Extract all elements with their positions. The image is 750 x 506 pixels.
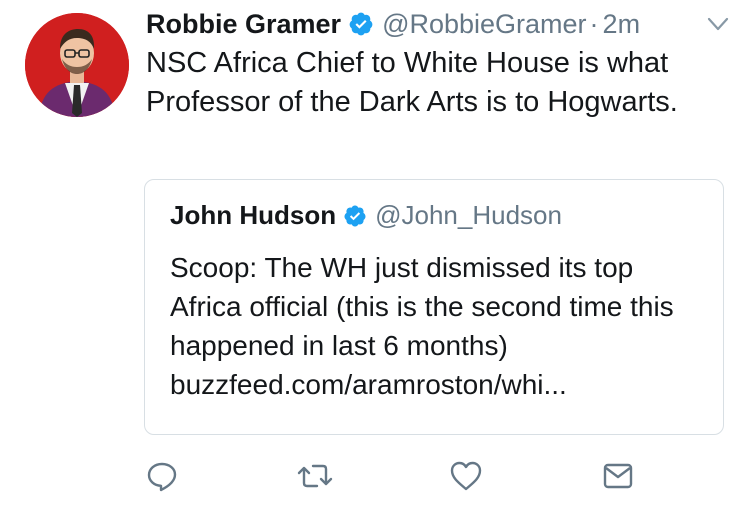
retweet-button[interactable] [295,458,335,498]
chevron-down-icon[interactable] [706,14,730,34]
envelope-icon [601,461,635,496]
reply-button[interactable] [142,458,182,498]
avatar[interactable] [25,13,129,117]
separator-dot: · [589,8,599,39]
like-button[interactable] [446,458,486,498]
tweet-text: NSC Africa Chief to White House is what … [146,47,678,118]
quoted-author-handle[interactable]: @John_Hudson [375,200,562,231]
quoted-tweet-header: John Hudson @John_Hudson [170,200,562,231]
verified-badge-icon [348,11,374,37]
author-name[interactable]: Robbie Gramer [146,9,341,40]
direct-message-button[interactable] [598,458,638,498]
quoted-tweet-link[interactable]: buzzfeed.com/aramroston/whi... [170,365,710,404]
tweet-header: Robbie Gramer @RobbieGramer · 2m [146,6,640,42]
retweet-icon [296,459,334,498]
verified-badge-icon [343,204,367,228]
author-handle[interactable]: @RobbieGramer [382,9,586,40]
tweet-actions [0,458,750,498]
reply-icon [145,459,179,498]
quoted-tweet-body: Scoop: The WH just dismissed its top Afr… [170,248,710,404]
quoted-tweet[interactable]: John Hudson @John_Hudson Scoop: The WH j… [144,179,724,435]
quoted-author-name[interactable]: John Hudson [170,200,336,231]
heart-icon [449,460,483,497]
tweet-card[interactable]: Robbie Gramer @RobbieGramer · 2m NSC Afr… [0,0,750,506]
tweet-timestamp[interactable]: 2m [603,9,641,40]
quoted-tweet-text: Scoop: The WH just dismissed its top Afr… [170,252,674,361]
